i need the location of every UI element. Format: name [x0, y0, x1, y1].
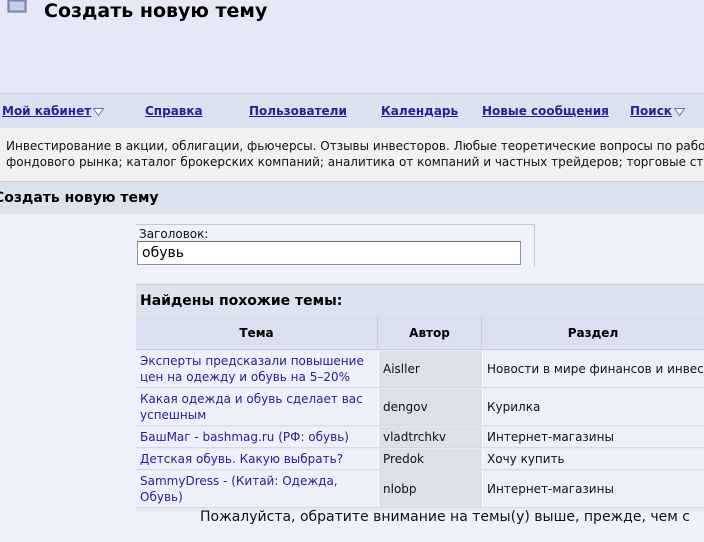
topic-section: Хочу купить: [482, 449, 704, 470]
nav-calendar[interactable]: Календарь: [381, 104, 458, 118]
chevron-down-icon: [93, 107, 105, 116]
column-header-section: Раздел: [482, 316, 704, 350]
topic-section: Интернет-магазины: [482, 427, 704, 448]
topic-section: Курилка: [482, 389, 704, 426]
topic-link[interactable]: Эксперты предсказали повышение цен на од…: [136, 351, 378, 388]
forum-description: Инвестирование в акции, облигации, фьюче…: [0, 128, 704, 181]
section-header: Создать новую тему: [0, 181, 704, 215]
nav-users[interactable]: Пользователи: [249, 104, 347, 118]
similar-topics-header: Найдены похожие темы:: [136, 284, 704, 316]
description-line: фондового рынка; каталог брокерских комп…: [6, 155, 704, 169]
navbar: Мой кабинет Справка Пользователи Календа…: [0, 93, 704, 129]
column-header-topic: Тема: [136, 316, 378, 350]
topic-author: dengov: [378, 389, 482, 426]
topic-author: nlobp: [378, 471, 482, 508]
topic-link[interactable]: БашМаг - bashmag.ru (РФ: обувь): [136, 427, 378, 448]
topic-link[interactable]: Какая одежда и обувь сделает вас успешны…: [136, 389, 378, 426]
nav-label: Мой кабинет: [2, 104, 92, 118]
chevron-down-icon: [673, 107, 685, 116]
topic-author: Aisller: [378, 351, 482, 388]
nav-help[interactable]: Справка: [145, 104, 203, 118]
topic-link[interactable]: SammyDress - (Китай: Одежда, Обувь): [136, 471, 378, 508]
section-title: Создать новую тему: [0, 190, 159, 206]
topic-section: Интернет-магазины: [482, 471, 704, 508]
page-title: Создать новую тему: [44, 0, 268, 22]
nav-label: Поиск: [630, 104, 672, 118]
similar-topics-panel: Найдены похожие темы: Тема Автор Раздел …: [136, 284, 704, 511]
column-header-author: Автор: [378, 316, 482, 350]
title-label: Заголовок:: [139, 227, 209, 241]
similar-topics-title: Найдены похожие темы:: [140, 293, 343, 309]
topic-author: vladtrchkv: [378, 427, 482, 448]
folder-icon: [7, 0, 27, 13]
topic-section: Новости в мире финансов и инвест: [482, 351, 704, 388]
topic-author: Predok: [378, 449, 482, 470]
similar-topics-notice: Пожалуйста, обратите внимание на темы(у)…: [200, 509, 690, 525]
nav-new-posts[interactable]: Новые сообщения: [482, 104, 609, 118]
description-line: Инвестирование в акции, облигации, фьюче…: [6, 139, 704, 153]
title-field-group: Заголовок:: [136, 224, 535, 267]
title-input[interactable]: [137, 241, 521, 265]
topic-link[interactable]: Детская обувь. Какую выбрать?: [136, 449, 378, 470]
nav-my-cabinet[interactable]: Мой кабинет: [2, 104, 105, 118]
nav-search[interactable]: Поиск: [630, 104, 685, 118]
